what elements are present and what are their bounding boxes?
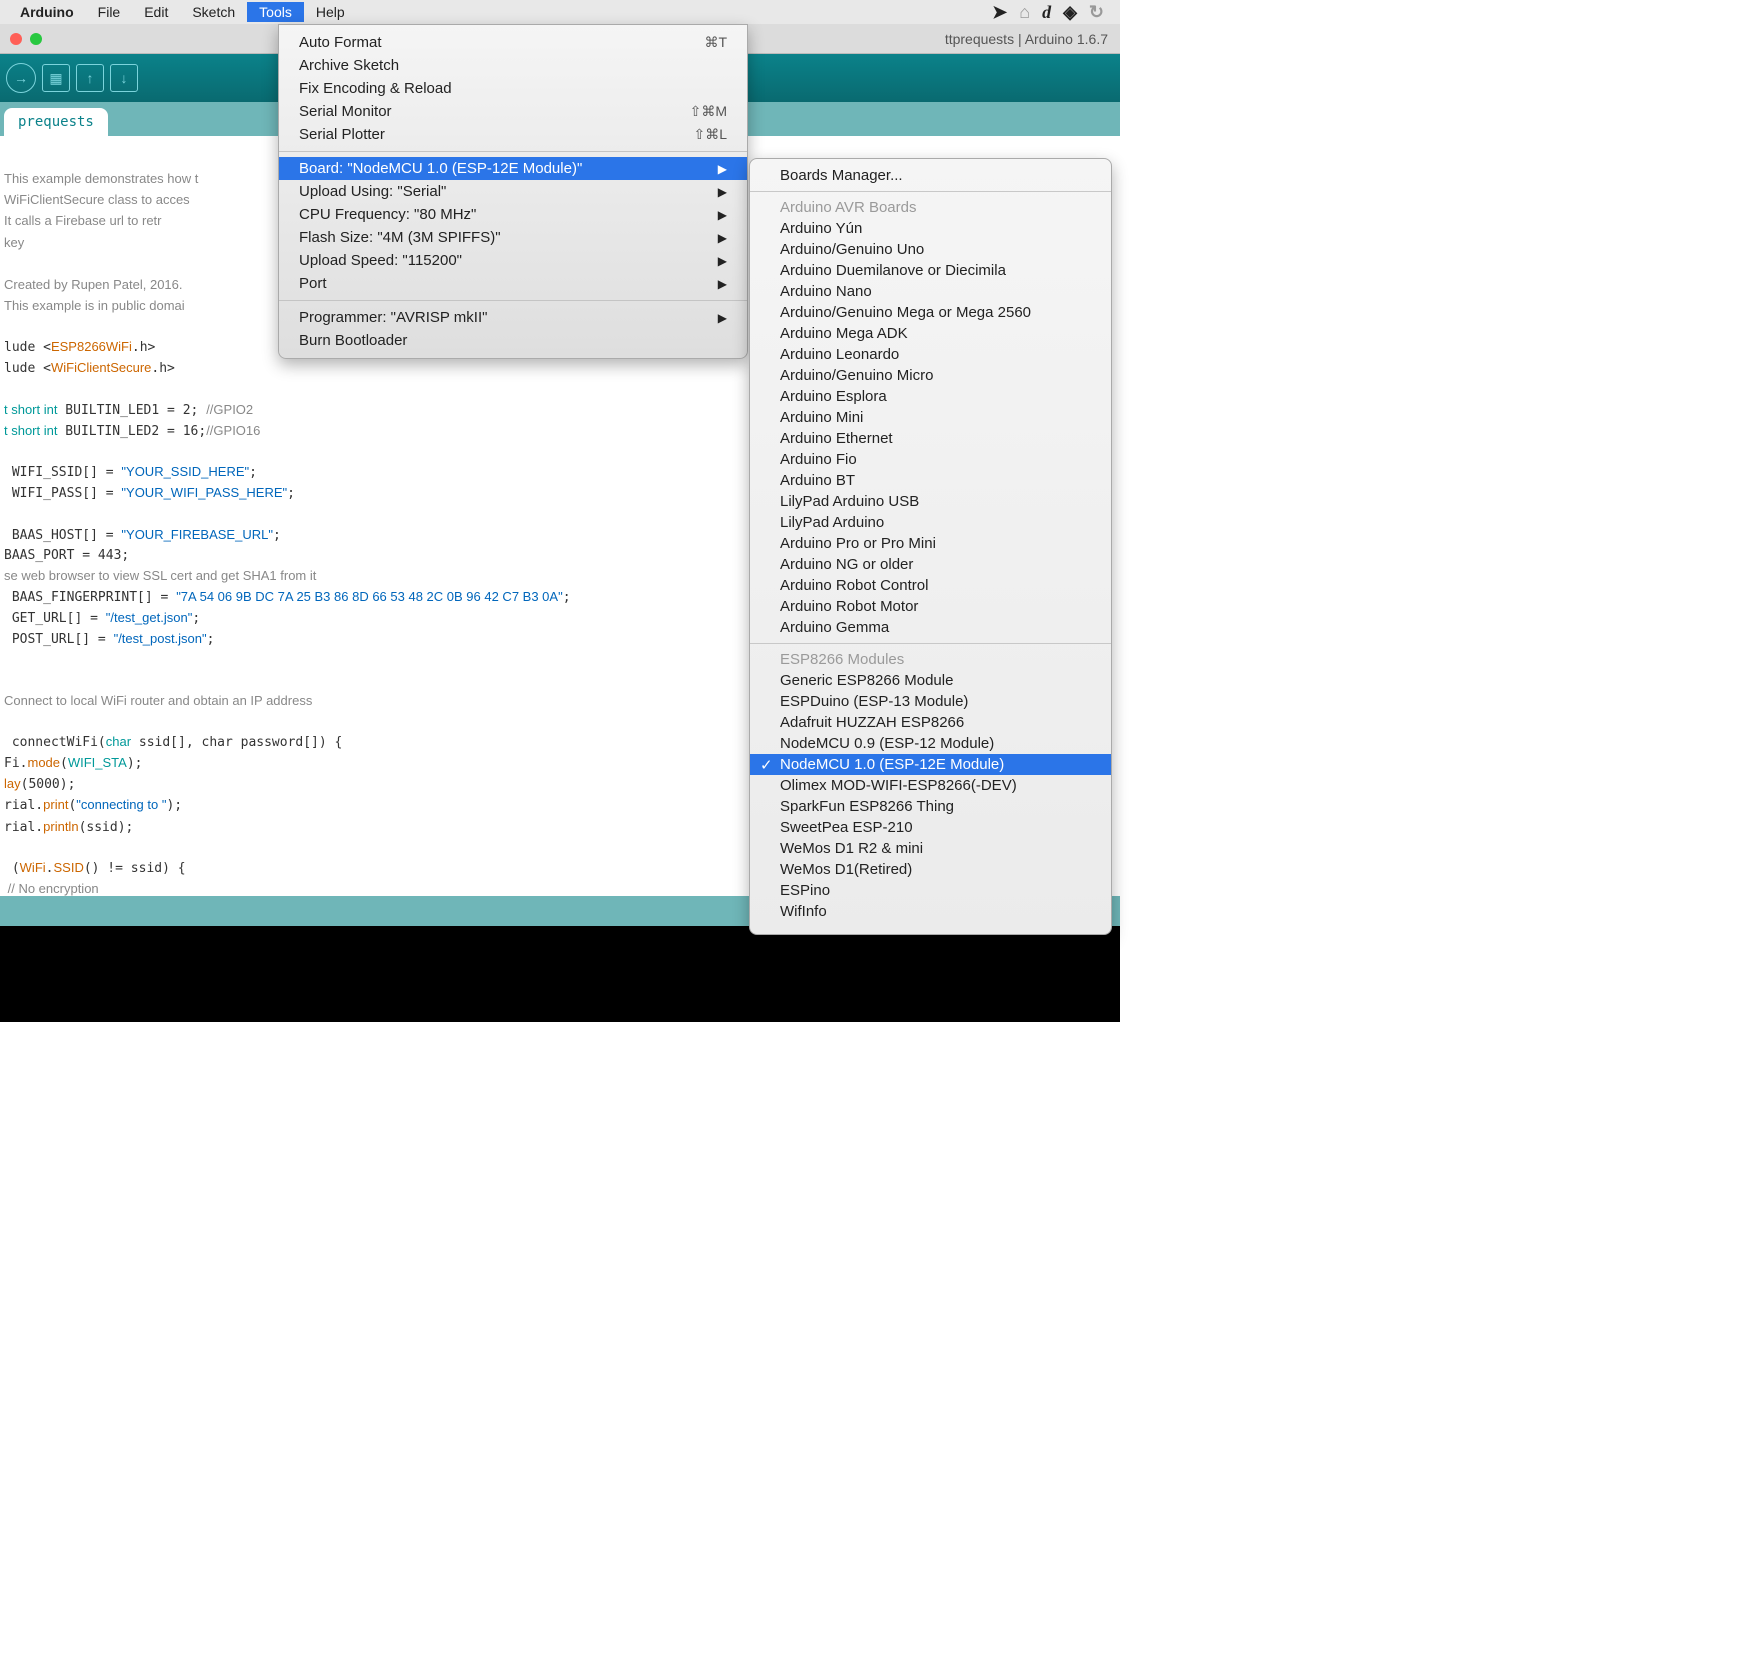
board-item[interactable]: Arduino Robot Control: [750, 575, 1111, 596]
board-item[interactable]: Arduino Pro or Pro Mini: [750, 533, 1111, 554]
mac-menubar: Arduino FileEditSketchToolsHelp ➤ ⌂ d ◈ …: [0, 0, 1120, 24]
board-item[interactable]: Arduino NG or older: [750, 554, 1111, 575]
tab-sketch[interactable]: prequests: [4, 108, 108, 136]
board-item[interactable]: WifInfo: [750, 901, 1111, 922]
save-button[interactable]: ↓: [110, 64, 138, 92]
tools-item[interactable]: Programmer: "AVRISP mkII"▶: [279, 306, 747, 329]
boards-submenu: Boards Manager...Arduino AVR BoardsArdui…: [749, 158, 1112, 935]
board-item[interactable]: ESPDuino (ESP-13 Module): [750, 691, 1111, 712]
tools-item[interactable]: Flash Size: "4M (3M SPIFFS)"▶: [279, 226, 747, 249]
menu-help[interactable]: Help: [304, 2, 357, 22]
verify-button[interactable]: →: [6, 63, 36, 93]
board-group-header: Arduino AVR Boards: [750, 197, 1111, 218]
boards-manager[interactable]: Boards Manager...: [750, 165, 1111, 186]
tools-item[interactable]: Upload Using: "Serial"▶: [279, 180, 747, 203]
menu-file[interactable]: File: [86, 2, 133, 22]
board-item[interactable]: Arduino Mini: [750, 407, 1111, 428]
board-item[interactable]: ESPino: [750, 880, 1111, 901]
board-item[interactable]: Arduino Mega ADK: [750, 323, 1111, 344]
board-item[interactable]: Arduino Gemma: [750, 617, 1111, 638]
board-item[interactable]: Arduino Fio: [750, 449, 1111, 470]
board-item[interactable]: WeMos D1(Retired): [750, 859, 1111, 880]
tools-item[interactable]: Board: "NodeMCU 1.0 (ESP-12E Module)"▶: [279, 157, 747, 180]
board-item[interactable]: SweetPea ESP-210: [750, 817, 1111, 838]
board-item[interactable]: LilyPad Arduino: [750, 512, 1111, 533]
board-item[interactable]: Arduino/Genuino Mega or Mega 2560: [750, 302, 1111, 323]
board-item[interactable]: Adafruit HUZZAH ESP8266: [750, 712, 1111, 733]
board-item[interactable]: Arduino Duemilanove or Diecimila: [750, 260, 1111, 281]
tools-item[interactable]: Fix Encoding & Reload: [279, 77, 747, 100]
board-item[interactable]: Arduino Nano: [750, 281, 1111, 302]
new-button[interactable]: ▦: [42, 64, 70, 92]
tools-item[interactable]: Serial Plotter⇧⌘L: [279, 123, 747, 146]
stamp-icon[interactable]: ⌂: [1019, 2, 1030, 23]
board-item[interactable]: Arduino/Genuino Uno: [750, 239, 1111, 260]
board-group-header: ESP8266 Modules: [750, 649, 1111, 670]
app-name[interactable]: Arduino: [8, 2, 86, 22]
menu-edit[interactable]: Edit: [132, 2, 180, 22]
board-item[interactable]: WeMos D1 R2 & mini: [750, 838, 1111, 859]
board-item[interactable]: Arduino/Genuino Micro: [750, 365, 1111, 386]
tools-menu: Auto Format⌘TArchive SketchFix Encoding …: [278, 24, 748, 359]
board-item[interactable]: LilyPad Arduino USB: [750, 491, 1111, 512]
menu-sketch[interactable]: Sketch: [180, 2, 247, 22]
dropbox-icon[interactable]: ◈: [1063, 2, 1077, 23]
tools-item[interactable]: Serial Monitor⇧⌘M: [279, 100, 747, 123]
menubar-right: ➤ ⌂ d ◈ ↻: [992, 2, 1112, 23]
run-icon[interactable]: ➤: [992, 2, 1007, 23]
tools-item[interactable]: Upload Speed: "115200"▶: [279, 249, 747, 272]
board-item[interactable]: NodeMCU 1.0 (ESP-12E Module): [750, 754, 1111, 775]
board-item[interactable]: Generic ESP8266 Module: [750, 670, 1111, 691]
board-item[interactable]: SparkFun ESP8266 Thing: [750, 796, 1111, 817]
console: [0, 926, 1120, 1022]
board-item[interactable]: Arduino Robot Motor: [750, 596, 1111, 617]
tools-item[interactable]: Auto Format⌘T: [279, 31, 747, 54]
board-item[interactable]: Arduino Esplora: [750, 386, 1111, 407]
board-item[interactable]: Arduino Ethernet: [750, 428, 1111, 449]
board-item[interactable]: Olimex MOD-WIFI-ESP8266(-DEV): [750, 775, 1111, 796]
tools-item[interactable]: Burn Bootloader: [279, 329, 747, 352]
menubar-left: Arduino FileEditSketchToolsHelp: [8, 2, 357, 22]
board-item[interactable]: Arduino BT: [750, 470, 1111, 491]
board-item[interactable]: NodeMCU 0.9 (ESP-12 Module): [750, 733, 1111, 754]
board-item[interactable]: Arduino Leonardo: [750, 344, 1111, 365]
board-item[interactable]: Arduino Yún: [750, 218, 1111, 239]
open-button[interactable]: ↑: [76, 64, 104, 92]
tools-item[interactable]: Port▶: [279, 272, 747, 295]
window-title: ttprequests | Arduino 1.6.7: [945, 31, 1108, 47]
minimize-button[interactable]: [30, 33, 42, 45]
close-button[interactable]: [10, 33, 22, 45]
tools-item[interactable]: Archive Sketch: [279, 54, 747, 77]
tools-item[interactable]: CPU Frequency: "80 MHz"▶: [279, 203, 747, 226]
menu-tools[interactable]: Tools: [247, 2, 304, 22]
sync-icon[interactable]: ↻: [1089, 2, 1104, 23]
d-icon[interactable]: d: [1042, 2, 1051, 23]
